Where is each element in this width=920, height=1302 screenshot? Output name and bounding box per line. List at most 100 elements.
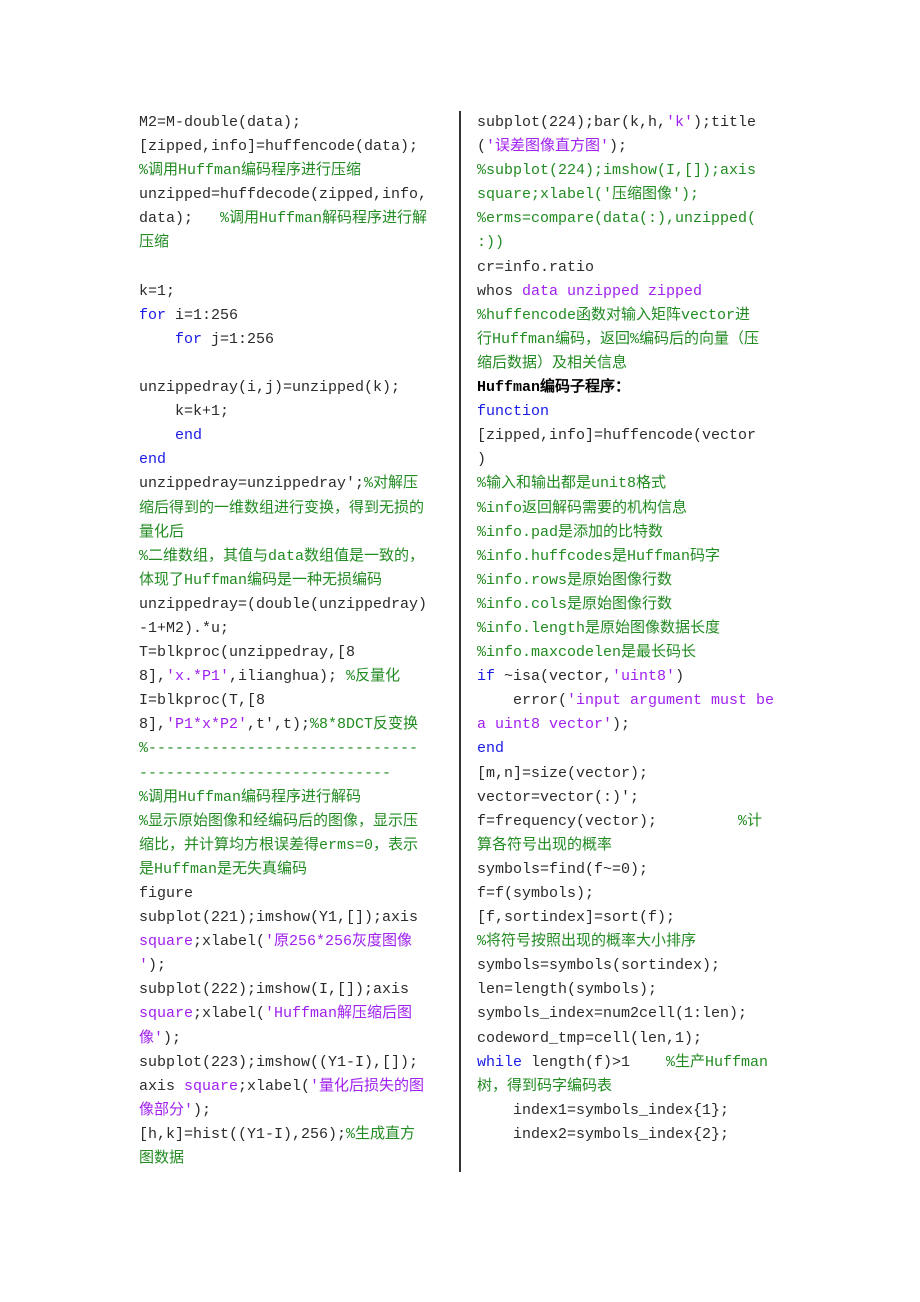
code-line: [zipped,info]=huffencode(vector (477, 424, 807, 448)
code-line: %二维数组，其值与data数组值是一致的， (139, 545, 457, 569)
code-line: 压缩 (139, 231, 457, 255)
string-literal: 'k' (666, 114, 694, 131)
code-text: ;xlabel( (238, 1077, 311, 1095)
comment-text: %反量化 (346, 668, 401, 686)
code-line: 量化后 (139, 521, 457, 545)
code-text: [zipped,info]=huffencode(vector (477, 427, 757, 445)
comment-text: %显示原始图像和经编码后的图像，显示压 (139, 812, 419, 830)
code-line: index2=symbols_index{2}; (477, 1123, 807, 1147)
section-heading: Huffman编码子程序： (477, 379, 631, 397)
code-line: cr=info.ratio (477, 256, 807, 280)
code-text: ); (609, 138, 628, 156)
keyword-text: if (477, 668, 496, 686)
code-text: ); (148, 957, 167, 975)
code-text: ,ilianghua); (229, 668, 347, 686)
comment-text: %erms=compare(data(:),unzipped( (477, 210, 757, 228)
string-literal: square (184, 1077, 239, 1095)
comment-text: 缩后得到的一维数组进行变换，得到无损的 (139, 499, 425, 517)
string-literal: 'x.*P1' (166, 668, 230, 686)
code-text: 8], (139, 668, 167, 686)
keyword-text: function (477, 403, 550, 421)
code-line: a uint8 vector'); (477, 713, 807, 737)
code-text: [h,k]=hist((Y1-I),256); (139, 1125, 347, 1143)
code-text: figure (139, 885, 194, 902)
string-literal: 'P1*x*P2' (166, 716, 248, 734)
code-line: subplot(221);imshow(Y1,[]);axis (139, 906, 457, 930)
code-column-left: M2=M-double(data); [zipped,info]=huffenco… (139, 111, 457, 1171)
code-line: 8],'P1*x*P2',t',t);%8*8DCT反变换 (139, 713, 457, 737)
code-text: f=frequency(vector); (477, 812, 739, 830)
code-line: 像'); (139, 1027, 457, 1051)
code-line: symbols_index=num2cell(1:len); (477, 1002, 807, 1026)
code-text: symbols_index=num2cell(1:len); (477, 1005, 748, 1023)
code-text: whos (477, 282, 523, 300)
code-text: [m,n]=size(vector); (477, 764, 649, 782)
code-text: unzipped=huffdecode(zipped,info, (139, 186, 428, 204)
comment-text: %将符号按照出现的概率大小排序 (477, 933, 697, 951)
code-line: 8],'x.*P1',ilianghua); %反量化 (139, 665, 457, 689)
comment-text: %info.rows是原始图像行数 (477, 571, 673, 589)
code-text: ;xlabel( (193, 933, 266, 951)
code-text: data); (139, 210, 221, 228)
code-text: unzippedray(i,j)=unzipped(k); (139, 379, 401, 397)
string-literal: square (139, 1005, 194, 1023)
code-text: ) (675, 668, 685, 686)
code-text: vector=vector(:)'; (477, 788, 640, 806)
code-text: symbols=symbols(sortindex); (477, 957, 721, 975)
comment-text: %info.pad是添加的比特数 (477, 523, 664, 541)
string-literal: 'uint8' (612, 668, 676, 686)
code-column-right: subplot(224);bar(k,h,'k');title ('误差图像直方图… (477, 111, 807, 1147)
code-line: for i=1:256 (139, 304, 457, 328)
code-line: function (477, 400, 807, 424)
comment-text: %huffencode函数对输入矩阵vector进 (477, 306, 751, 324)
code-line: unzipped=huffdecode(zipped,info, (139, 183, 457, 207)
code-line: vector=vector(:)'; (477, 786, 807, 810)
comment-text: %生成直方 (346, 1125, 416, 1143)
code-line: if ~isa(vector,'uint8') (477, 665, 807, 689)
comment-text: %对解压 (364, 475, 419, 493)
code-text: ,t',t); (247, 716, 311, 734)
code-line: %info.maxcodelen是最长码长 (477, 641, 807, 665)
comment-text: %8*8DCT反变换 (310, 716, 419, 734)
code-text: [zipped,info]=huffencode(data); (139, 138, 419, 156)
code-text: k=1; (139, 282, 176, 300)
comment-text: %info.length是原始图像数据长度 (477, 619, 721, 637)
comment-text: %调用Huffman编码程序进行解码 (139, 788, 362, 806)
code-line: figure (139, 882, 457, 906)
code-line: ('误差图像直方图'); (477, 135, 807, 159)
code-line: T=blkproc(unzippedray,[8 (139, 641, 457, 665)
code-line: 缩后数据）及相关信息 (477, 352, 807, 376)
code-line: square;xlabel('原256*256灰度图像 (139, 930, 457, 954)
code-line: %huffencode函数对输入矩阵vector进 (477, 304, 807, 328)
code-line: subplot(222);imshow(I,[]);axis (139, 978, 457, 1002)
code-text: j=1:256 (202, 330, 275, 348)
string-literal: ' (139, 957, 149, 975)
code-line: %subplot(224);imshow(I,[]);axis (477, 159, 807, 183)
comment-text: %------------------------------ (139, 740, 419, 758)
code-line: symbols=find(f~=0); (477, 858, 807, 882)
code-text: M2=M-double(data); (139, 114, 302, 131)
code-text: I=blkproc(T,[8 (139, 692, 266, 710)
code-line: k=k+1; (139, 400, 457, 424)
code-line: [h,k]=hist((Y1-I),256);%生成直方 (139, 1123, 457, 1147)
code-line: %info.rows是原始图像行数 (477, 569, 807, 593)
comment-text: %二维数组，其值与data数组值是一致的， (139, 547, 425, 565)
code-text: unzippedray=unzippedray'; (139, 475, 365, 493)
code-line: [zipped,info]=huffencode(data); (139, 135, 457, 159)
code-line: %输入和输出都是unit8格式 (477, 472, 807, 496)
comment-text: ---------------------------- (139, 764, 392, 782)
code-text: subplot(222);imshow(I,[]);axis (139, 981, 410, 999)
code-line: error('input argument must be (477, 689, 807, 713)
string-literal: a uint8 vector' (477, 716, 613, 734)
code-line: 缩比，并计算均方根误差得erms=0，表示 (139, 834, 457, 858)
code-text: ); (612, 716, 631, 734)
code-text: subplot(224);bar(k,h, (477, 114, 667, 131)
string-literal: 像部分' (139, 1101, 194, 1119)
code-line: 树，得到码字编码表 (477, 1075, 807, 1099)
comment-text: 是Huffman是无失真编码 (139, 860, 308, 878)
keyword-text: for (139, 306, 167, 324)
comment-text: :)) (477, 234, 505, 252)
code-line: k=1; (139, 280, 457, 304)
comment-text: 树，得到码字编码表 (477, 1077, 613, 1095)
